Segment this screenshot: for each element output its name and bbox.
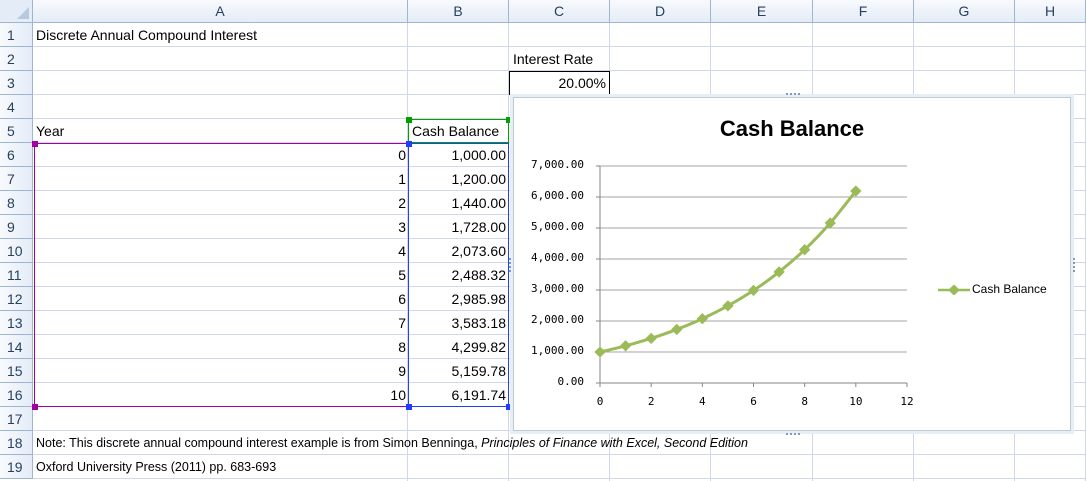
selection-handle[interactable] <box>506 117 512 123</box>
x-tick-label: 6 <box>750 395 757 408</box>
column-header-a[interactable]: A <box>33 0 408 23</box>
cell-a5-year-header[interactable]: Year <box>36 119 64 143</box>
x-tick-label: 12 <box>900 395 914 408</box>
row-header-13[interactable]: 13 <box>0 311 33 335</box>
row-header-9[interactable]: 9 <box>0 215 33 239</box>
selection-handle[interactable] <box>506 404 512 410</box>
row-header-17[interactable]: 17 <box>0 407 33 431</box>
chart-object[interactable]: Cash Balance 0.00 1,000.00 2,000.00 3,000.0… <box>509 93 1075 435</box>
x-tick-label: 2 <box>647 395 655 408</box>
column-header-c[interactable]: C <box>509 0 610 23</box>
x-tick-label: 4 <box>699 395 706 408</box>
cell-c3-rate-value[interactable]: 20.00% <box>509 71 610 95</box>
x-tick-label: 10 <box>849 395 863 408</box>
y-tick-label: 1,000.00 <box>531 344 584 357</box>
selection-handle[interactable] <box>406 404 412 410</box>
data-point-marker <box>619 340 632 352</box>
y-tick-label: 7,000.00 <box>531 158 584 171</box>
row-header-1[interactable]: 1 <box>0 23 33 47</box>
row-header-12[interactable]: 12 <box>0 287 33 311</box>
series-line-cash-balance <box>599 190 858 354</box>
row-header-3[interactable]: 3 <box>0 71 33 95</box>
plot-area[interactable] <box>514 98 1070 430</box>
column-header-b[interactable]: B <box>408 0 509 23</box>
row-header-5[interactable]: 5 <box>0 119 33 143</box>
row-header-18[interactable]: 18 <box>0 431 33 455</box>
data-point-marker <box>645 332 657 345</box>
column-header-d[interactable]: D <box>610 0 711 23</box>
chart-resize-handle-right[interactable] <box>1069 258 1075 272</box>
y-tick-label: 0.00 <box>557 375 585 388</box>
y-tick-label: 4,000.00 <box>531 251 584 264</box>
row-header-4[interactable]: 4 <box>0 95 33 119</box>
selection-handle[interactable] <box>406 117 412 123</box>
row-header-2[interactable]: 2 <box>0 47 33 71</box>
y-tick-label: 6,000.00 <box>531 189 584 202</box>
y-tick-label: 3,000.00 <box>531 282 584 295</box>
row-header-15[interactable]: 15 <box>0 359 33 383</box>
note-prefix: Note: This discrete annual compound inte… <box>36 436 482 450</box>
row-header-8[interactable]: 8 <box>0 191 33 215</box>
y-tick-label: 5,000.00 <box>531 220 584 233</box>
cell-c2-rate-label[interactable]: Interest Rate <box>513 47 593 71</box>
selection-handle[interactable] <box>32 404 38 410</box>
x-tick-label: 0 <box>596 395 604 408</box>
column-header-h[interactable]: H <box>1015 0 1086 23</box>
selection-handle[interactable] <box>406 141 412 147</box>
select-all-corner[interactable] <box>0 0 33 23</box>
legend-swatch <box>938 284 970 295</box>
data-point-marker <box>696 313 708 325</box>
row-header-7[interactable]: 7 <box>0 167 33 191</box>
row-header-11[interactable]: 11 <box>0 263 33 287</box>
data-point-marker <box>594 346 606 358</box>
data-point-marker <box>671 323 683 336</box>
column-header-f[interactable]: F <box>813 0 914 23</box>
row-header-16[interactable]: 16 <box>0 383 33 407</box>
row-header-14[interactable]: 14 <box>0 335 33 359</box>
chart-resize-handle-top[interactable] <box>786 93 800 99</box>
cell-a19-note[interactable]: Oxford University Press (2011) pp. 683-6… <box>36 455 276 479</box>
data-point-marker <box>722 300 734 312</box>
y-tick-label: 2,000.00 <box>531 313 584 326</box>
row-header-10[interactable]: 10 <box>0 239 33 263</box>
legend-label: Cash Balance <box>972 282 1047 296</box>
range-highlight-values <box>408 143 509 407</box>
range-highlight-years <box>34 143 408 407</box>
cell-a18-note[interactable]: Note: This discrete annual compound inte… <box>36 431 748 455</box>
legend[interactable]: Cash Balance <box>938 282 1047 296</box>
note-book-title: Principles of Finance with Excel, Second… <box>481 436 748 450</box>
cell-a1-title[interactable]: Discrete Annual Compound Interest <box>36 23 257 47</box>
chart-resize-handle-bottom[interactable] <box>786 429 800 435</box>
chart-resize-handle-left[interactable] <box>509 258 515 272</box>
column-header-g[interactable]: G <box>914 0 1015 23</box>
select-all-triangle-icon <box>17 7 29 19</box>
selection-handle[interactable] <box>32 141 38 147</box>
x-tick-label: 8 <box>801 395 808 408</box>
column-header-e[interactable]: E <box>711 0 813 23</box>
row-header-6[interactable]: 6 <box>0 143 33 167</box>
range-highlight-header <box>408 119 509 143</box>
row-header-19[interactable]: 19 <box>0 455 33 479</box>
